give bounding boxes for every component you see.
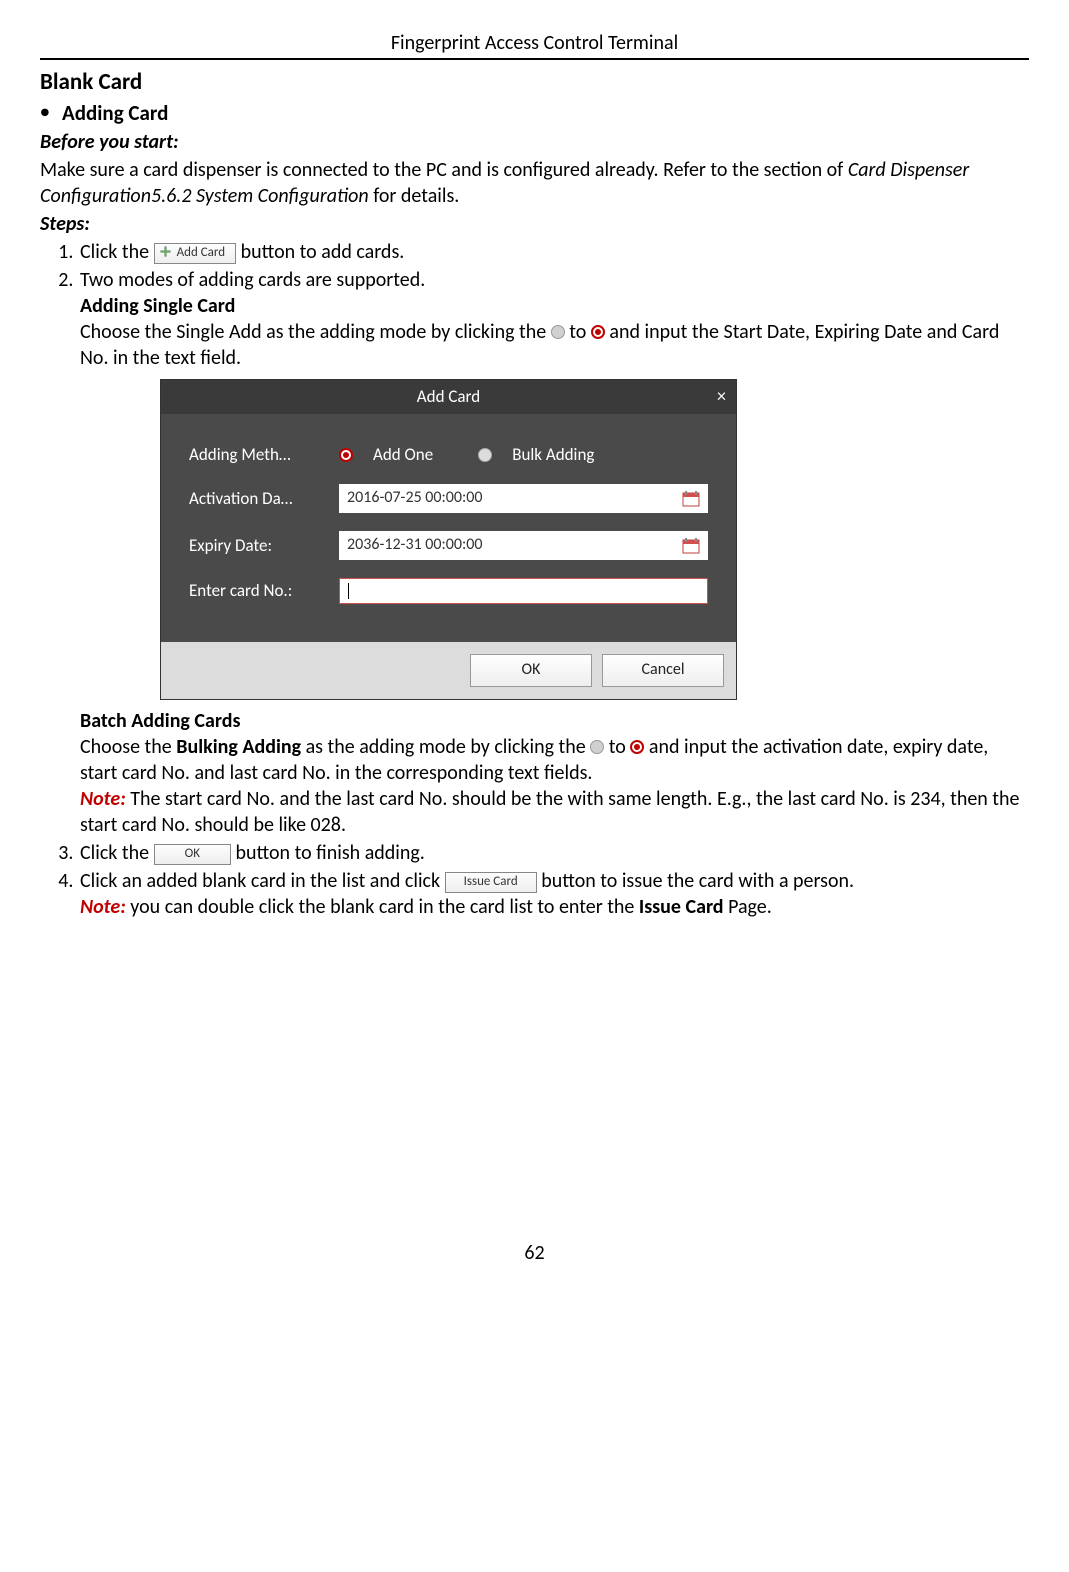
radio-label-bulk: Bulk Adding — [512, 444, 594, 466]
plus-icon — [159, 245, 172, 258]
single-card-text: Choose the Single Add as the adding mode… — [80, 319, 1029, 371]
bullet-adding-card: Adding Card — [62, 100, 1029, 127]
section-title: Blank Card — [40, 68, 1029, 98]
text-bold: Issue Card — [639, 895, 724, 919]
dialog-footer: OK Cancel — [161, 642, 736, 699]
text: button to add cards. — [241, 240, 405, 264]
radio-bulk-adding[interactable] — [478, 448, 492, 462]
text: Click an added blank card in the list an… — [80, 869, 445, 893]
text: for details. — [369, 184, 460, 208]
dialog-titlebar: Add Card × — [161, 380, 736, 414]
step-3: Click the OK button to finish adding. — [78, 840, 1029, 866]
adding-single-card-heading: Adding Single Card — [80, 293, 1029, 319]
add-card-button[interactable]: Add Card — [154, 243, 236, 264]
calendar-icon[interactable] — [682, 538, 700, 554]
ok-button[interactable]: OK — [470, 654, 592, 687]
input-value: 2016-07-25 00:00:00 — [347, 488, 483, 509]
note-label: Note: — [80, 787, 126, 811]
label-expiry: Expiry Date: — [189, 535, 339, 557]
radio-off-icon — [551, 325, 565, 339]
text: Click the — [80, 841, 154, 865]
step-1: Click the Add Card button to add cards. — [78, 239, 1029, 265]
step4-note: Note: you can double click the blank car… — [80, 894, 1029, 920]
row-activation-date: Activation Da… 2016-07-25 00:00:00 — [189, 484, 708, 513]
input-value: 2036-12-31 00:00:00 — [347, 535, 483, 556]
label-card-no: Enter card No.: — [189, 580, 339, 602]
text: you can double click the blank card in t… — [126, 895, 639, 919]
radio-add-one[interactable] — [339, 448, 353, 462]
step-4: Click an added blank card in the list an… — [78, 868, 1029, 920]
text: as the adding mode by clicking the — [301, 735, 590, 759]
card-no-input[interactable] — [339, 578, 708, 604]
text: Two modes of adding cards are supported. — [80, 268, 425, 292]
text: Page. — [724, 895, 772, 919]
text: button to issue the card with a person. — [541, 869, 854, 893]
button-label: Add Card — [177, 245, 225, 260]
radio-off-icon — [590, 740, 604, 754]
text: Make sure a card dispenser is connected … — [40, 158, 848, 182]
text: Click the — [80, 240, 154, 264]
close-icon[interactable]: × — [717, 385, 726, 408]
text-bold: Bulking Adding — [176, 735, 301, 759]
calendar-icon[interactable] — [682, 491, 700, 507]
before-you-start-text: Make sure a card dispenser is connected … — [40, 157, 1029, 209]
issue-card-inline-button[interactable]: Issue Card — [445, 872, 537, 893]
batch-text: Choose the Bulking Adding as the adding … — [80, 734, 1029, 786]
cancel-button[interactable]: Cancel — [602, 654, 724, 687]
page-header: Fingerprint Access Control Terminal — [40, 30, 1029, 60]
row-adding-method: Adding Meth… Add One Bulk Adding — [189, 444, 708, 466]
steps-label: Steps: — [40, 211, 1029, 237]
text: to — [569, 320, 591, 344]
text: to — [609, 735, 631, 759]
radio-on-icon — [630, 740, 644, 754]
radio-on-icon — [591, 325, 605, 339]
add-card-dialog: Add Card × Adding Meth… Add One Bulk Add… — [160, 379, 737, 700]
text: Choose the — [80, 735, 176, 759]
note-label: Note: — [80, 895, 126, 919]
before-you-start-label: Before you start: — [40, 129, 1029, 155]
expiry-date-input[interactable]: 2036-12-31 00:00:00 — [339, 531, 708, 560]
text-cursor-icon — [348, 583, 349, 599]
page-number: 62 — [40, 1240, 1029, 1266]
dialog-body: Adding Meth… Add One Bulk Adding Activat… — [161, 414, 736, 642]
dialog-title: Add Card — [417, 386, 480, 407]
text: The start card No. and the last card No.… — [80, 787, 1019, 837]
text: Choose the Single Add as the adding mode… — [80, 320, 551, 344]
label-adding-method: Adding Meth… — [189, 444, 339, 466]
label-activation: Activation Da… — [189, 488, 339, 510]
row-expiry-date: Expiry Date: 2036-12-31 00:00:00 — [189, 531, 708, 560]
text: button to finish adding. — [236, 841, 425, 865]
steps-list: Click the Add Card button to add cards. … — [40, 239, 1029, 920]
row-card-no: Enter card No.: — [189, 578, 708, 604]
radio-group: Add One Bulk Adding — [339, 444, 708, 466]
activation-date-input[interactable]: 2016-07-25 00:00:00 — [339, 484, 708, 513]
radio-label-add-one: Add One — [373, 444, 433, 466]
batch-adding-heading: Batch Adding Cards — [80, 708, 1029, 734]
step-2: Two modes of adding cards are supported.… — [78, 267, 1029, 838]
batch-note: Note: The start card No. and the last ca… — [80, 786, 1029, 838]
ok-inline-button[interactable]: OK — [154, 844, 231, 865]
